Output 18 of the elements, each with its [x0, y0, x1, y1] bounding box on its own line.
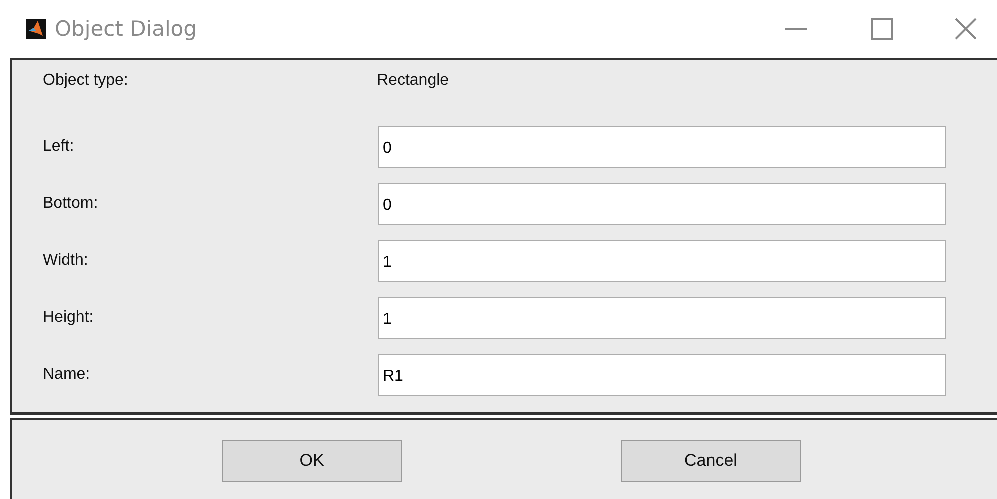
input-field[interactable]: 0	[378, 126, 946, 168]
object-type-value: Rectangle	[377, 72, 450, 90]
input-field[interactable]: 1	[378, 296, 946, 338]
field-label: Object type:	[43, 72, 130, 90]
input-field[interactable]: R1	[378, 354, 946, 396]
field-label: Bottom:	[43, 194, 100, 212]
input-field[interactable]: 1	[378, 240, 946, 282]
window-title: Object Dialog	[55, 17, 197, 41]
input-field[interactable]: 0	[378, 182, 946, 224]
field-label: Height:	[43, 308, 95, 326]
field-label: Width:	[43, 252, 90, 270]
field-label: Left:	[43, 138, 76, 156]
dialog-button[interactable]: Cancel	[621, 440, 801, 482]
field-label: Name:	[43, 366, 92, 384]
app-logo-icon	[26, 19, 46, 39]
close-icon[interactable]	[955, 18, 977, 40]
maximize-icon[interactable]	[871, 18, 893, 40]
dialog-button[interactable]: OK	[222, 440, 402, 482]
